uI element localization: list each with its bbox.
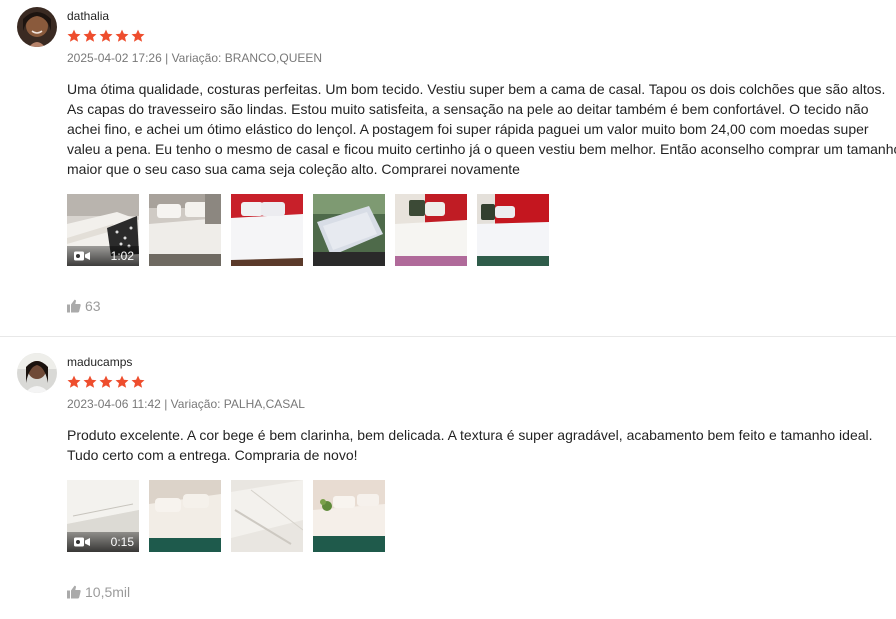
like-button[interactable]: 63	[67, 298, 101, 314]
review-variation: Variação: BRANCO,QUEEN	[171, 51, 323, 65]
review-item: maducamps 2023-04-06 11:42 | Variação: P…	[0, 337, 896, 619]
review-comment: Produto excelente. A cor bege é bem clar…	[67, 427, 873, 463]
review-variation: Variação: PALHA,CASAL	[170, 397, 305, 411]
star-icon	[67, 375, 81, 388]
review-photo-thumbnail[interactable]	[477, 194, 549, 266]
thumbs-up-icon	[67, 585, 81, 599]
star-icon	[115, 29, 129, 42]
reviewer-username[interactable]: dathalia	[67, 9, 896, 23]
like-count: 10,5mil	[85, 584, 131, 600]
avatar[interactable]	[17, 353, 57, 393]
review-date: 2025-04-02 17:26	[67, 51, 162, 65]
review-photo-thumbnail[interactable]	[313, 480, 385, 552]
video-duration: 0:15	[110, 535, 134, 549]
review-item: dathalia 2025-04-02 17:26 | Variação: BR…	[0, 0, 896, 336]
avatar[interactable]	[17, 7, 57, 47]
review-photo-thumbnail[interactable]	[149, 194, 221, 266]
review-photo-thumbnail[interactable]	[231, 480, 303, 552]
review-video-thumbnail[interactable]: 1:02	[67, 194, 139, 266]
reviewer-username[interactable]: maducamps	[67, 355, 896, 369]
review-photo-thumbnail[interactable]	[395, 194, 467, 266]
meta-separator: |	[165, 51, 169, 65]
star-icon	[131, 29, 145, 42]
review-date: 2023-04-06 11:42	[67, 397, 161, 411]
review-photo-thumbnail[interactable]	[231, 194, 303, 266]
rating-stars	[67, 29, 896, 43]
review-comment: Uma ótima qualidade, costuras perfeitas.…	[67, 81, 896, 177]
review-meta: 2025-04-02 17:26 | Variação: BRANCO,QUEE…	[67, 51, 896, 65]
review-media-list: 0:15	[67, 480, 896, 552]
star-icon	[83, 29, 97, 42]
video-camera-icon	[74, 537, 90, 547]
review-media-list: 1:02	[67, 194, 896, 266]
star-icon	[83, 375, 97, 388]
meta-separator: |	[164, 397, 168, 411]
review-photo-thumbnail[interactable]	[313, 194, 385, 266]
star-icon	[67, 29, 81, 42]
star-icon	[99, 29, 113, 42]
review-video-thumbnail[interactable]: 0:15	[67, 480, 139, 552]
star-icon	[99, 375, 113, 388]
star-icon	[115, 375, 129, 388]
video-duration: 1:02	[110, 249, 134, 263]
star-icon	[131, 375, 145, 388]
review-meta: 2023-04-06 11:42 | Variação: PALHA,CASAL	[67, 397, 896, 411]
like-button[interactable]: 10,5mil	[67, 584, 130, 600]
video-camera-icon	[74, 251, 90, 261]
like-count: 63	[85, 298, 101, 314]
rating-stars	[67, 375, 896, 389]
thumbs-up-icon	[67, 299, 81, 313]
review-photo-thumbnail[interactable]	[149, 480, 221, 552]
